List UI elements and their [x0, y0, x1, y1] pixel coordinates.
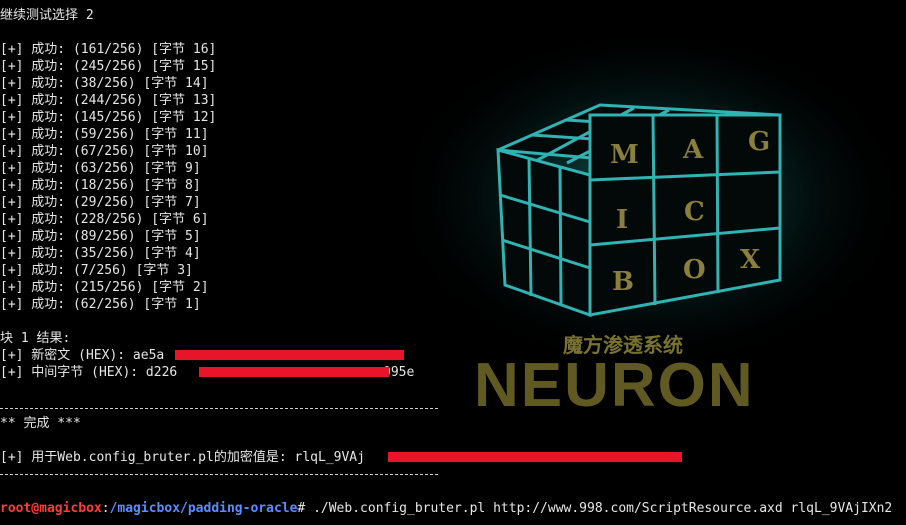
- encrypted-value-line: [+] 用于Web.config_bruter.pl的加密值是: rlqL_9V…: [0, 450, 365, 465]
- result-line: [+] 成功: (62/256) [字节 1]: [0, 297, 201, 312]
- done-message: ** 完成 ***: [0, 416, 81, 431]
- result-line: [+] 成功: (215/256) [字节 2]: [0, 280, 209, 295]
- new-ciphertext-line: [+] 新密文 (HEX): ae5a: [0, 348, 165, 363]
- cube-letter-g: G: [748, 127, 770, 157]
- result-line: [+] 成功: (38/256) [字节 14]: [0, 76, 209, 91]
- cube-letter-x: X: [740, 245, 761, 275]
- cube-letter-b: B: [612, 267, 634, 297]
- redaction-bar: [199, 367, 389, 377]
- result-line: [+] 成功: (89/256) [字节 5]: [0, 229, 201, 244]
- result-line: [+] 成功: (63/256) [字节 9]: [0, 161, 201, 176]
- command-prompt[interactable]: root@magicbox:/magicbox/padding-oracle# …: [0, 500, 892, 517]
- rubik-cube-graphic: [496, 103, 782, 318]
- result-line: [+] 成功: (29/256) [字节 7]: [0, 195, 201, 210]
- block-result-title: 块 1 结果:: [0, 331, 71, 346]
- result-line: [+] 成功: (161/256) [字节 16]: [0, 42, 217, 57]
- brand-name: NEURON: [474, 351, 755, 420]
- result-line: [+] 成功: (145/256) [字节 12]: [0, 110, 217, 125]
- cube-letter-m: M: [610, 140, 639, 170]
- prompt-user-host: root@magicbox: [0, 501, 102, 516]
- redaction-bar: [388, 452, 682, 462]
- result-line: [+] 成功: (59/256) [字节 11]: [0, 127, 209, 142]
- result-line: [+] 成功: (7/256) [字节 3]: [0, 263, 193, 278]
- redaction-bar: [175, 350, 404, 360]
- command-input[interactable]: ./Web.config_bruter.pl http://www.998.co…: [305, 501, 892, 516]
- intermediate-bytes-line: [+] 中间字节 (HEX): d226: [0, 365, 178, 380]
- result-line: [+] 成功: (18/256) [字节 8]: [0, 178, 201, 193]
- prompt-path: /magicbox/padding-oracle: [109, 501, 298, 516]
- result-line: [+] 成功: (228/256) [字节 6]: [0, 212, 209, 227]
- result-line: [+] 成功: (67/256) [字节 10]: [0, 144, 209, 159]
- cube-letter-i: I: [616, 205, 628, 235]
- result-line: [+] 成功: (244/256) [字节 13]: [0, 93, 217, 108]
- prompt-colon: :: [101, 501, 110, 516]
- cube-letter-c: C: [684, 197, 705, 227]
- cube-letter-o: O: [683, 255, 706, 285]
- terminal-window[interactable]: M A G I C B O X 魔方渗透系统 NEURON 继续测试选择 2 […: [0, 0, 906, 525]
- separator-line: [0, 408, 438, 409]
- separator-line: [0, 474, 438, 475]
- continue-test-header: 继续测试选择 2: [0, 8, 94, 23]
- result-line: [+] 成功: (35/256) [字节 4]: [0, 246, 201, 261]
- result-line: [+] 成功: (245/256) [字节 15]: [0, 59, 217, 74]
- cube-letter-a: A: [682, 135, 704, 165]
